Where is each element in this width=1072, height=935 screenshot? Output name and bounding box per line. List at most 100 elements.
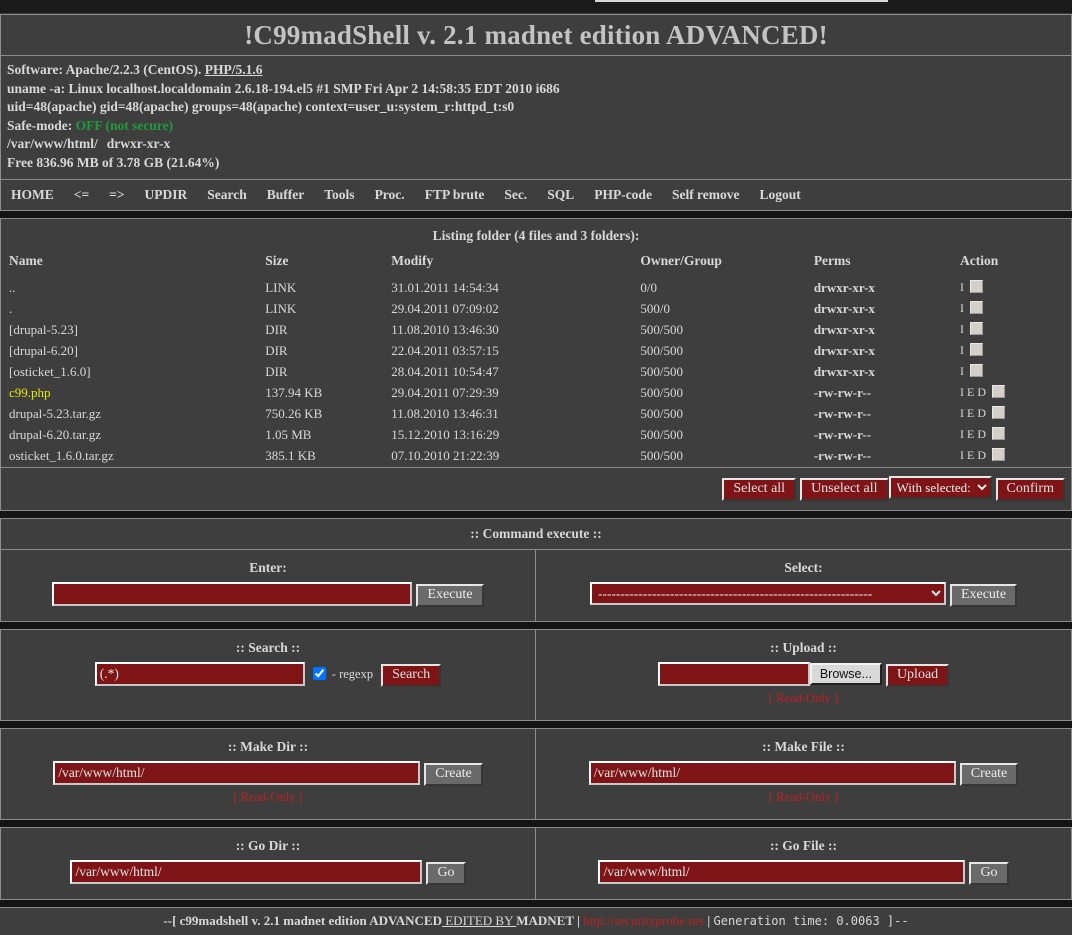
- search-regexp-checkbox[interactable]: [313, 667, 326, 680]
- make-dir-input[interactable]: [53, 761, 420, 785]
- nav-item-proc[interactable]: Proc.: [375, 187, 405, 202]
- nav-item-tools[interactable]: Tools: [324, 187, 354, 202]
- go-dir-form: Go: [70, 863, 465, 880]
- action-link-i[interactable]: I: [960, 385, 964, 399]
- with-selected-select[interactable]: With selected:: [889, 476, 992, 499]
- action-link-i[interactable]: I: [960, 448, 964, 462]
- nav-item-sql[interactable]: SQL: [547, 187, 574, 202]
- action-link-d[interactable]: D: [977, 406, 986, 420]
- nav-item-home[interactable]: HOME: [11, 187, 54, 202]
- select-all-button[interactable]: Select all: [722, 478, 796, 501]
- go-file-form: Go: [598, 863, 1008, 880]
- go-file-input[interactable]: [598, 860, 965, 884]
- go-dir-cell: :: Go Dir :: Go: [1, 828, 536, 899]
- nav-item-php-code[interactable]: PHP-code: [594, 187, 652, 202]
- action-link-e[interactable]: E: [967, 406, 974, 420]
- file-name-link[interactable]: [drupal-6.20]: [9, 343, 78, 358]
- nav-item-back[interactable]: <=: [74, 187, 89, 202]
- cell-owner: 500/500: [640, 404, 813, 425]
- column-header-name[interactable]: Name: [1, 253, 265, 278]
- column-header-size[interactable]: Size: [265, 253, 391, 278]
- unselect-all-button[interactable]: Unselect all: [800, 478, 888, 501]
- nav-item-updir[interactable]: UPDIR: [145, 187, 188, 202]
- command-input[interactable]: [52, 582, 412, 606]
- row-select-checkbox[interactable]: [970, 364, 983, 377]
- column-header-perms[interactable]: Perms: [814, 253, 960, 278]
- footer: --[ c99madshell v. 2.1 madnet edition AD…: [0, 907, 1072, 935]
- current-path-link[interactable]: /var/www/html/: [7, 136, 98, 151]
- make-dir-create-button[interactable]: Create: [424, 763, 483, 786]
- file-name-link[interactable]: ..: [9, 280, 16, 295]
- action-link-i[interactable]: I: [960, 364, 964, 378]
- upload-file-input[interactable]: [658, 662, 810, 686]
- upload-browse-button[interactable]: Browse...: [810, 663, 882, 685]
- action-link-e[interactable]: E: [967, 427, 974, 441]
- search-input[interactable]: [95, 662, 305, 686]
- make-panel: :: Make Dir :: Create [ Read-Only ] :: M…: [0, 728, 1072, 820]
- file-name-link[interactable]: [drupal-5.23]: [9, 322, 78, 337]
- make-dir-cell: :: Make Dir :: Create [ Read-Only ]: [1, 729, 536, 819]
- row-select-checkbox[interactable]: [970, 343, 983, 356]
- action-link-e[interactable]: E: [967, 448, 974, 462]
- make-file-create-button[interactable]: Create: [960, 763, 1019, 786]
- command-execute-panel: :: Command execute :: Enter: Execute Sel…: [0, 518, 1072, 622]
- file-name-link[interactable]: [osticket_1.6.0]: [9, 364, 91, 379]
- php-version-link[interactable]: PHP/5.1.6: [205, 62, 263, 77]
- action-link-i[interactable]: I: [960, 301, 964, 315]
- nav-item-search[interactable]: Search: [207, 187, 247, 202]
- row-select-checkbox[interactable]: [992, 427, 1005, 440]
- nav-item-forward[interactable]: =>: [109, 187, 124, 202]
- file-name-link[interactable]: c99.php: [9, 385, 51, 400]
- action-link-d[interactable]: D: [977, 427, 986, 441]
- upload-button[interactable]: Upload: [886, 664, 949, 687]
- cell-action: IED: [960, 425, 1071, 446]
- nav-item-buffer[interactable]: Buffer: [267, 187, 305, 202]
- browser-progress-bar: [595, 0, 888, 2]
- file-name-link[interactable]: .: [9, 301, 12, 316]
- cell-owner: 0/0: [640, 278, 813, 299]
- file-name-link[interactable]: drupal-6.20.tar.gz: [9, 427, 101, 442]
- footer-site-link[interactable]: http://securityprobe.net: [583, 913, 704, 928]
- row-select-checkbox[interactable]: [992, 385, 1005, 398]
- command-execute-button[interactable]: Execute: [416, 584, 483, 607]
- cell-size: DIR: [265, 362, 391, 383]
- cell-perms: -rw-rw-r--: [814, 404, 960, 425]
- search-button[interactable]: Search: [381, 664, 441, 687]
- divider-6: [0, 900, 1072, 907]
- nav-item-ftp-brute[interactable]: FTP brute: [425, 187, 485, 202]
- file-name-link[interactable]: drupal-5.23.tar.gz: [9, 406, 101, 421]
- cell-name: c99.php: [1, 383, 265, 404]
- command-preset-select[interactable]: ----------------------------------------…: [590, 582, 946, 605]
- go-file-button[interactable]: Go: [969, 862, 1008, 885]
- column-header-owner[interactable]: Owner/Group: [640, 253, 813, 278]
- row-select-checkbox[interactable]: [970, 322, 983, 335]
- table-row: .LINK29.04.2011 07:09:02500/0drwxr-xr-xI: [1, 299, 1071, 320]
- action-link-e[interactable]: E: [967, 385, 974, 399]
- row-select-checkbox[interactable]: [970, 301, 983, 314]
- action-link-d[interactable]: D: [977, 448, 986, 462]
- row-select-checkbox[interactable]: [970, 280, 983, 293]
- cell-action: I: [960, 362, 1071, 383]
- file-name-link[interactable]: osticket_1.6.0.tar.gz: [9, 448, 114, 463]
- go-dir-input[interactable]: [70, 860, 422, 884]
- cell-perms: -rw-rw-r--: [814, 425, 960, 446]
- nav-item-logout[interactable]: Logout: [760, 187, 801, 202]
- row-select-checkbox[interactable]: [992, 406, 1005, 419]
- listing-action-bar: Select all Unselect allWith selected: Co…: [1, 467, 1071, 510]
- nav-item-sec[interactable]: Sec.: [504, 187, 527, 202]
- action-link-d[interactable]: D: [977, 385, 986, 399]
- confirm-button[interactable]: Confirm: [996, 478, 1065, 501]
- action-link-i[interactable]: I: [960, 343, 964, 357]
- command-preset-execute-button[interactable]: Execute: [950, 584, 1017, 607]
- action-link-i[interactable]: I: [960, 322, 964, 336]
- action-link-i[interactable]: I: [960, 427, 964, 441]
- action-link-i[interactable]: I: [960, 280, 964, 294]
- row-select-checkbox[interactable]: [992, 448, 1005, 461]
- go-dir-button[interactable]: Go: [426, 862, 465, 885]
- column-header-modify[interactable]: Modify: [391, 253, 640, 278]
- cell-owner: 500/500: [640, 383, 813, 404]
- make-file-input[interactable]: [589, 761, 956, 785]
- nav-item-self-remove[interactable]: Self remove: [672, 187, 740, 202]
- action-link-i[interactable]: I: [960, 406, 964, 420]
- browser-top-strip: [0, 0, 1072, 14]
